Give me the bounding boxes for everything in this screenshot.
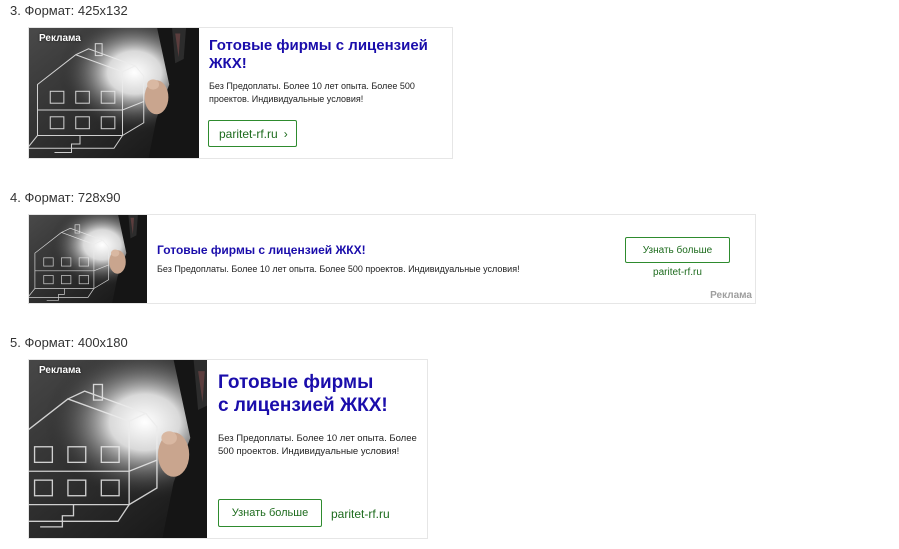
- domain-button[interactable]: paritet-rf.ru ›: [208, 120, 297, 147]
- ad-image[interactable]: Реклама: [29, 360, 207, 538]
- ad-image[interactable]: Реклама: [29, 28, 199, 158]
- format-label-425x132: 3. Формат: 425х132: [10, 3, 128, 18]
- ad-title-line-1: Готовые фирмы: [218, 372, 374, 393]
- ad-title-line-2: с лицензией ЖКХ!: [218, 395, 388, 417]
- ad-description: Без Предоплаты. Более 10 лет опыта. Боле…: [209, 81, 415, 104]
- ad-title[interactable]: Готовые фирмы с лицензией ЖКХ!: [157, 243, 577, 258]
- domain-button-label: paritet-rf.ru: [219, 126, 278, 141]
- ad-description: Без Предоплаты. Более 10 лет опыта. Боле…: [218, 433, 417, 458]
- ad-title[interactable]: Готовые фирмы с лицензией ЖКХ!: [218, 371, 423, 417]
- ad-400x180[interactable]: Реклама Готовые фирмы с лицензией ЖКХ! Б…: [28, 359, 428, 539]
- ad-badge: Реклама: [39, 33, 81, 44]
- ad-title[interactable]: Готовые фирмы с лицензией ЖКХ!: [209, 37, 444, 74]
- house-illustration: [29, 215, 147, 303]
- ad-badge: Реклама: [39, 365, 81, 376]
- ad-425x132[interactable]: Реклама Готовые фирмы с лицензией ЖКХ! Б…: [28, 27, 453, 159]
- ad-728x90[interactable]: Готовые фирмы с лицензией ЖКХ! Без Предо…: [28, 214, 756, 304]
- learn-more-button[interactable]: Узнать больше: [218, 499, 322, 527]
- ad-badge: Реклама: [710, 290, 752, 301]
- house-illustration: [29, 360, 207, 538]
- learn-more-button[interactable]: Узнать больше: [625, 237, 730, 263]
- ad-domain-link[interactable]: paritet-rf.ru: [331, 507, 390, 521]
- chevron-right-icon: ›: [283, 126, 288, 141]
- format-label-728x90: 4. Формат: 728х90: [10, 190, 121, 205]
- format-label-400x180: 5. Формат: 400х180: [10, 335, 128, 350]
- ad-image[interactable]: [29, 215, 147, 303]
- ad-domain-link[interactable]: paritet-rf.ru: [625, 267, 730, 278]
- house-illustration: [29, 28, 199, 158]
- ad-description: Без Предоплаты. Более 10 лет опыта. Боле…: [157, 264, 520, 274]
